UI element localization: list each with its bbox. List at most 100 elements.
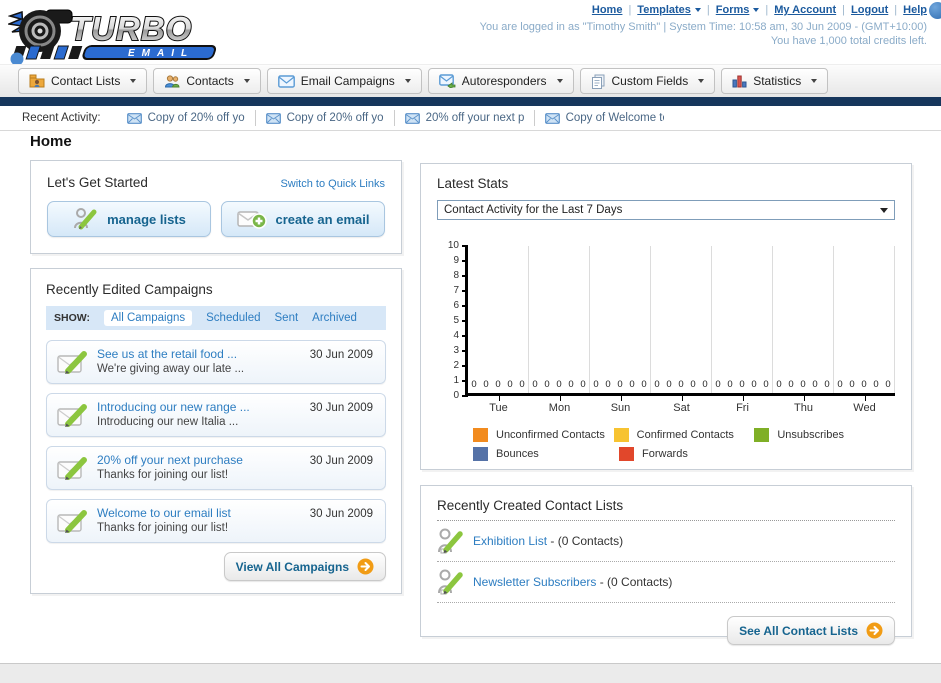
legend-swatch [473, 447, 488, 461]
filter-all-campaigns[interactable]: All Campaigns [103, 310, 193, 326]
envelope-plus-icon [236, 211, 267, 229]
legend-item: Unsubscribes [754, 428, 895, 442]
tab-label: Custom Fields [611, 74, 689, 88]
bar-value-label: 0 [690, 379, 696, 390]
create-email-label: create an email [275, 211, 370, 227]
legend-label: Forwards [642, 448, 688, 460]
legend-swatch [754, 428, 770, 442]
show-label: SHOW: [54, 312, 90, 324]
campaign-item: 20% off your next purchase Thanks for joi… [46, 446, 386, 490]
contact-list-item: Newsletter Subscribers - (0 Contacts) [437, 562, 895, 603]
campaign-filters: All Campaigns Scheduled Sent Archived [103, 310, 357, 326]
campaign-subtitle: Introducing our new Italia ... [97, 416, 239, 428]
y-tick-label: 4 [453, 330, 459, 341]
bar-value-label: 0 [800, 379, 806, 390]
get-started-title: Let's Get Started [47, 175, 148, 190]
contact-lists-title: Recently Created Contact Lists [437, 498, 895, 521]
y-tick-label: 9 [453, 255, 459, 266]
recent-activity-item: Copy of 20% off yo [117, 110, 256, 126]
envelope-pencil-icon [57, 349, 89, 381]
bar-value-label: 0 [507, 379, 513, 390]
bar-value-label: 0 [544, 379, 550, 390]
campaigns-title: Recently Edited Campaigns [46, 282, 213, 297]
tab-label: Contact Lists [51, 74, 121, 88]
bar-value-label: 0 [519, 379, 525, 390]
stats-period-dropdown[interactable]: Contact Activity for the Last 7 Days [437, 200, 895, 220]
chart-group-sat: 00000 [651, 246, 712, 393]
chevron-down-icon [694, 8, 701, 12]
view-all-campaigns-button[interactable]: View All Campaigns [223, 552, 386, 581]
navy-divider-bar [0, 97, 941, 106]
see-all-contact-lists-button[interactable]: See All Contact Lists [727, 616, 895, 645]
recent-activity-link[interactable]: Copy of 20% off yo [287, 112, 384, 124]
manage-lists-button[interactable]: manage lists [47, 201, 211, 237]
bar-value-label: 0 [837, 379, 843, 390]
orange-arrow-icon [866, 622, 883, 639]
tab-label: Autoresponders [461, 74, 547, 88]
legend-swatch [473, 428, 488, 442]
y-tick-label: 0 [453, 390, 459, 401]
bar-value-label: 0 [580, 379, 586, 390]
chart-group-fri: 00000 [712, 246, 773, 393]
recently-edited-campaigns-panel: Recently Edited Campaigns SHOW: All Camp… [30, 268, 402, 594]
logo-word-turbo: TURBO [70, 10, 192, 47]
x-tick-label: Mon [529, 396, 590, 414]
main-navbar: Contact Lists Contacts Email Campaigns Auto… [0, 64, 941, 97]
legend-swatch [619, 447, 634, 461]
tab-statistics[interactable]: Statistics [721, 68, 829, 94]
x-tick-label: Sat [651, 396, 712, 414]
header-link-templates[interactable]: Templates [637, 4, 701, 16]
bar-value-label: 0 [483, 379, 489, 390]
campaign-date: 30 Jun 2009 [309, 455, 373, 467]
get-started-panel: Let's Get Started Switch to Quick Links … [30, 160, 402, 254]
bar-value-label: 0 [873, 379, 879, 390]
tab-contacts[interactable]: Contacts [153, 68, 261, 94]
recent-activity-link[interactable]: Copy of Welcome to [566, 112, 664, 124]
switch-quick-links-link[interactable]: Switch to Quick Links [280, 178, 385, 190]
bar-value-label: 0 [861, 379, 867, 390]
chart-group-tue: 00000 [468, 246, 529, 393]
orange-arrow-icon [357, 558, 374, 575]
chevron-down-icon [811, 79, 818, 83]
contact-list-link[interactable]: Newsletter Subscribers [473, 575, 596, 589]
envelope-icon [544, 112, 560, 124]
recent-activity-item: Copy of Welcome to [535, 110, 674, 126]
separator: | [628, 4, 632, 16]
tab-label: Statistics [753, 74, 802, 88]
bar-value-label: 0 [532, 379, 538, 390]
bar-value-labels: 00000 [712, 379, 772, 390]
contact-list-link[interactable]: Exhibition List [473, 534, 547, 548]
legend-label: Unsubscribes [777, 429, 844, 441]
contact-list-item: Exhibition List - (0 Contacts) [437, 521, 895, 562]
bar-value-label: 0 [678, 379, 684, 390]
create-email-button[interactable]: create an email [221, 201, 385, 237]
header-link-forms[interactable]: Forms [716, 4, 760, 16]
tab-autoresponders[interactable]: Autoresponders [427, 68, 574, 94]
bar-value-label: 0 [751, 379, 757, 390]
bar-value-label: 0 [763, 379, 769, 390]
bar-value-label: 0 [666, 379, 672, 390]
bar-value-label: 0 [702, 379, 708, 390]
y-tick-label: 1 [453, 375, 459, 386]
dropdown-caret-icon [880, 207, 888, 213]
campaign-item: Introducing our new range ... Introducing… [46, 393, 386, 437]
recent-activity-link[interactable]: Copy of 20% off yo [148, 112, 245, 124]
tab-email-campaigns[interactable]: Email Campaigns [266, 68, 422, 94]
turbo-email-logo: TURBO EMAIL [6, 4, 268, 62]
chart-x-axis-labels: Tue Mon Sun Sat Fri Thu Wed [468, 396, 895, 414]
y-tick-label: 2 [453, 360, 459, 371]
header-link-logout[interactable]: Logout [851, 4, 888, 16]
campaign-date: 30 Jun 2009 [309, 508, 373, 520]
filter-archived[interactable]: Archived [312, 312, 357, 324]
filter-scheduled[interactable]: Scheduled [206, 312, 260, 324]
tab-custom-fields[interactable]: Custom Fields [579, 68, 716, 94]
tab-contact-lists[interactable]: Contact Lists [18, 68, 148, 94]
bar-value-labels: 00000 [529, 379, 589, 390]
legend-swatch [613, 428, 629, 442]
header-link-my-account[interactable]: My Account [774, 4, 836, 16]
tab-label: Contacts [186, 74, 234, 88]
recent-activity-link[interactable]: 20% off your next p [426, 112, 524, 124]
filter-sent[interactable]: Sent [275, 312, 299, 324]
header-link-help[interactable]: Help [903, 4, 927, 16]
header-link-home[interactable]: Home [592, 4, 623, 16]
